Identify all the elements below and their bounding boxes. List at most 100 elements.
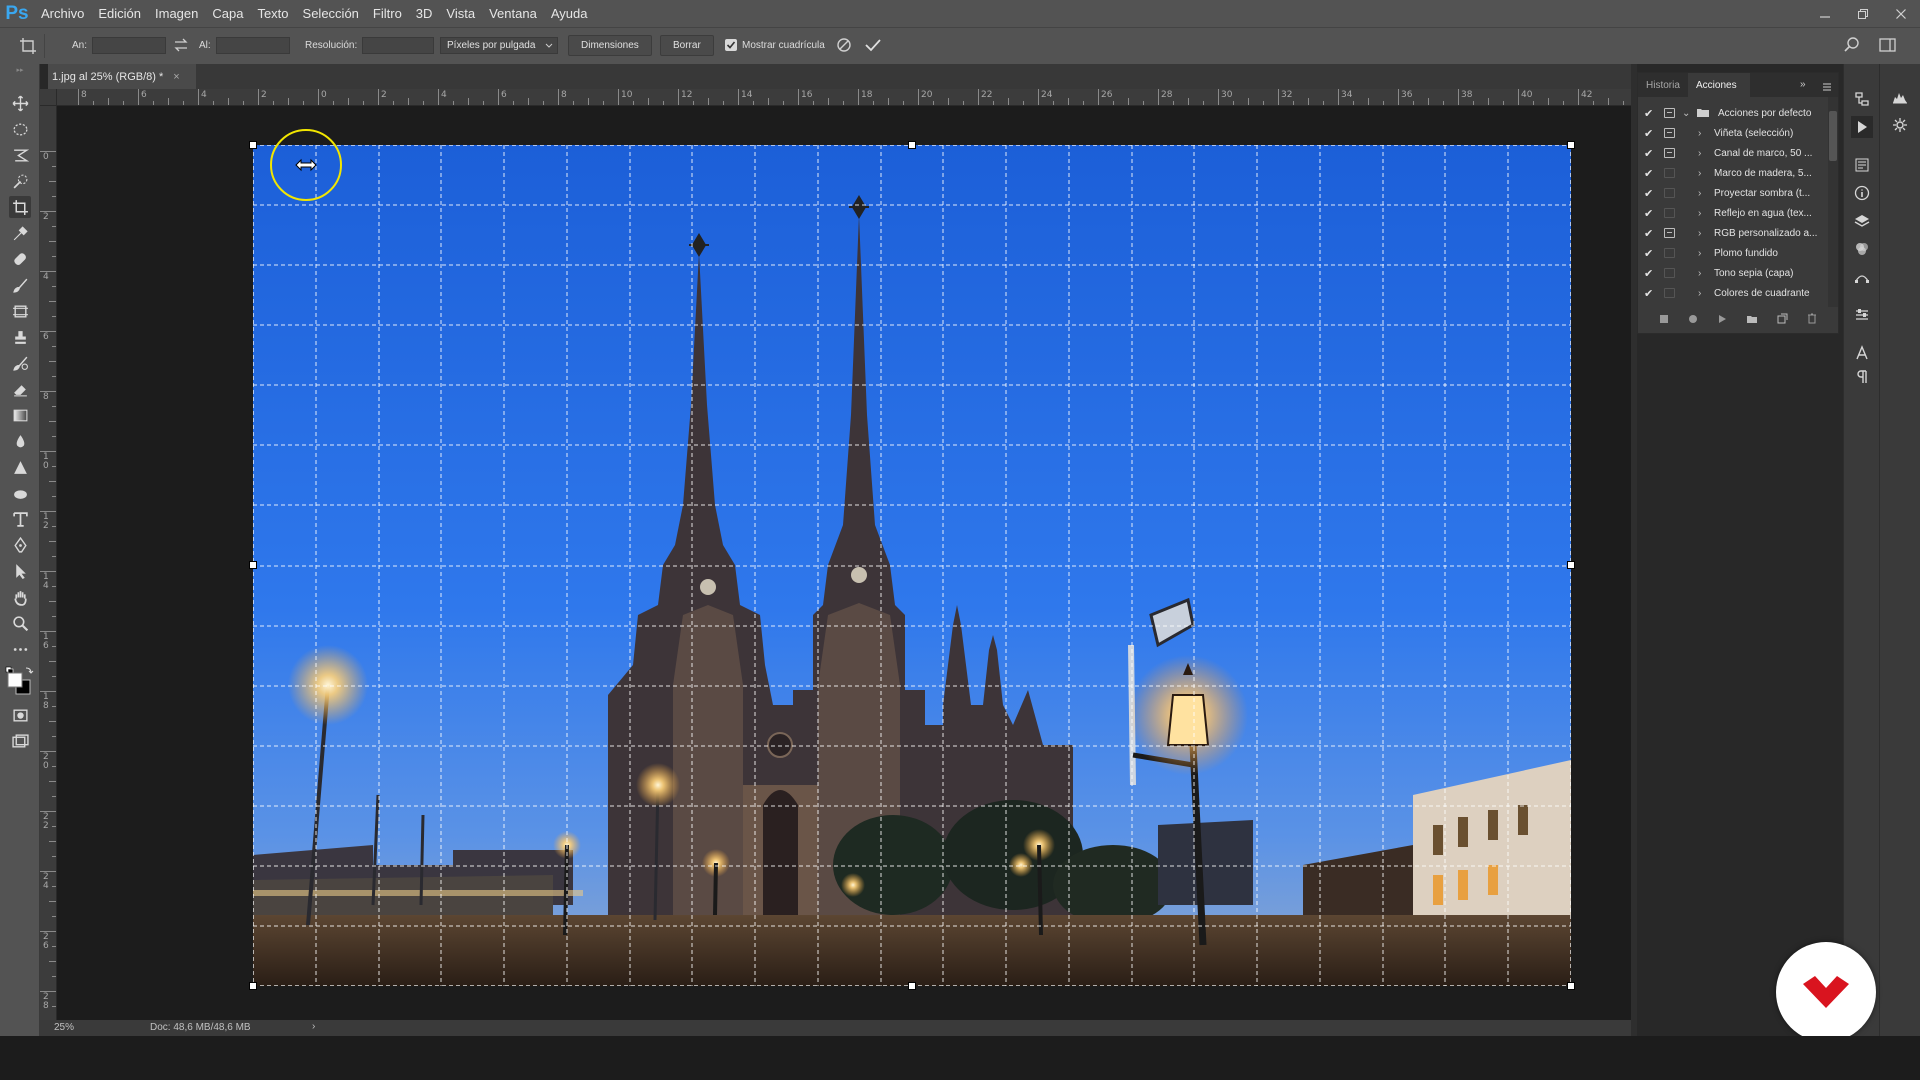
paths-panel-icon[interactable]	[1851, 266, 1873, 288]
restore-icon[interactable]	[1844, 0, 1882, 27]
zoom-tool-icon[interactable]	[9, 612, 31, 634]
expand-chevron-right-icon[interactable]: ›	[1698, 268, 1701, 279]
action-enabled-check-icon[interactable]: ✔	[1644, 227, 1654, 240]
move-tool-icon[interactable]	[9, 92, 31, 114]
menu-imagen[interactable]: Imagen	[148, 0, 205, 27]
trash-icon[interactable]	[1807, 311, 1817, 329]
cancel-transform-icon[interactable]	[836, 37, 852, 53]
paragraph-panel-icon[interactable]	[1851, 366, 1873, 388]
dialog-toggle-icon[interactable]	[1664, 208, 1675, 218]
history-panel-icon[interactable]	[1851, 88, 1873, 110]
search-icon[interactable]	[1843, 36, 1861, 54]
actions-scrollbar[interactable]	[1828, 97, 1838, 307]
status-menu-arrow[interactable]: ›	[312, 1021, 315, 1032]
stop-recording-icon[interactable]	[1659, 311, 1669, 329]
resolution-input[interactable]	[362, 37, 434, 54]
action-enabled-check-icon[interactable]: ✔	[1644, 187, 1654, 200]
pen-tool-icon[interactable]	[9, 534, 31, 556]
expand-chevron-right-icon[interactable]: ›	[1698, 128, 1701, 139]
menu-seleccion[interactable]: Selección	[296, 0, 366, 27]
zoom-level[interactable]: 25%	[54, 1022, 74, 1033]
workspace-icon[interactable]	[1878, 36, 1898, 54]
marquee-tool-icon[interactable]	[9, 118, 31, 140]
clone-stamp-tool-icon[interactable]	[9, 326, 31, 348]
tab-historia[interactable]: Historia	[1638, 73, 1688, 97]
dodge-tool-icon[interactable]	[9, 456, 31, 478]
tab-acciones[interactable]: Acciones	[1688, 73, 1750, 97]
dialog-toggle-icon[interactable]	[1664, 248, 1675, 258]
menu-texto[interactable]: Texto	[250, 0, 295, 27]
crop-handle-right[interactable]	[1567, 561, 1575, 569]
screen-mode-icon[interactable]	[9, 730, 31, 752]
character-panel-icon[interactable]	[1851, 342, 1873, 364]
minimize-icon[interactable]	[1806, 0, 1844, 27]
menu-filtro[interactable]: Filtro	[366, 0, 409, 27]
crop-handle-bottom-right[interactable]	[1567, 982, 1575, 990]
actions-panel-icon[interactable]	[1851, 116, 1873, 138]
brush-tool-icon[interactable]	[9, 274, 31, 296]
crop-tool-preset-icon[interactable]	[18, 36, 40, 56]
width-input[interactable]	[92, 37, 166, 54]
channels-panel-icon[interactable]	[1851, 238, 1873, 260]
dialog-toggle-icon[interactable]	[1664, 188, 1675, 198]
ruler-origin[interactable]	[40, 89, 57, 106]
action-enabled-check-icon[interactable]: ✔	[1644, 287, 1654, 300]
info-panel-icon[interactable]	[1851, 182, 1873, 204]
path-selection-tool-icon[interactable]	[9, 560, 31, 582]
close-document-icon[interactable]: ×	[173, 71, 179, 83]
blur-tool-icon[interactable]	[9, 430, 31, 452]
gradient-tool-icon[interactable]	[9, 404, 31, 426]
dialog-toggle-icon[interactable]	[1664, 148, 1675, 158]
action-row[interactable]: ✔ › Proyectar sombra (t...	[1638, 183, 1828, 203]
dialog-toggle-icon[interactable]	[1664, 288, 1675, 298]
close-icon[interactable]	[1882, 0, 1920, 27]
expand-chevron-right-icon[interactable]: ›	[1698, 168, 1701, 179]
quick-mask-icon[interactable]	[9, 704, 31, 726]
crop-handle-bottom[interactable]	[908, 982, 916, 990]
dialog-toggle-icon[interactable]	[1664, 168, 1675, 178]
action-set-row[interactable]: ✔ ⌄ Acciones por defecto	[1638, 103, 1828, 123]
crop-handle-top-right[interactable]	[1567, 141, 1575, 149]
action-row[interactable]: ✔ › Tono sepia (capa)	[1638, 263, 1828, 283]
panel-menu-icon[interactable]	[1822, 79, 1832, 91]
menu-ventana[interactable]: Ventana	[482, 0, 544, 27]
menu-ayuda[interactable]: Ayuda	[544, 0, 595, 27]
adjustments-panel-icon[interactable]	[1851, 304, 1873, 326]
action-row[interactable]: ✔ › RGB personalizado a...	[1638, 223, 1828, 243]
lasso-tool-icon[interactable]	[9, 144, 31, 166]
horizontal-ruler[interactable]: 8 6 4 2 0 2 4 6 8 10 12 14 16 18 20 22 24 26 28 30 32 34 36 38 4…	[48, 89, 1631, 106]
expand-chevron-right-icon[interactable]: ›	[1698, 208, 1701, 219]
record-icon[interactable]	[1688, 311, 1698, 329]
crop-handle-left[interactable]	[249, 561, 257, 569]
action-enabled-check-icon[interactable]: ✔	[1644, 107, 1654, 120]
document-tab[interactable]: 1.jpg al 25% (RGB/8) * ×	[48, 64, 196, 89]
action-enabled-check-icon[interactable]: ✔	[1644, 207, 1654, 220]
dimensions-button[interactable]: Dimensiones	[568, 35, 652, 56]
action-row[interactable]: ✔ › Reflejo en agua (tex...	[1638, 203, 1828, 223]
eyedropper-tool-icon[interactable]	[9, 222, 31, 244]
properties-panel-icon[interactable]	[1851, 154, 1873, 176]
document-image[interactable]	[253, 145, 1571, 986]
frame-tool-icon[interactable]	[9, 300, 31, 322]
swap-dimensions-icon[interactable]	[173, 37, 189, 53]
menu-3d[interactable]: 3D	[409, 0, 440, 27]
expand-chevron-right-icon[interactable]: ›	[1698, 288, 1701, 299]
sponge-tool-icon[interactable]	[9, 482, 31, 504]
menu-vista[interactable]: Vista	[439, 0, 482, 27]
collapse-toolbar-icon[interactable]: ▸▸	[6, 66, 34, 74]
action-enabled-check-icon[interactable]: ✔	[1644, 167, 1654, 180]
new-action-icon[interactable]	[1777, 311, 1788, 329]
dialog-toggle-icon[interactable]	[1664, 108, 1675, 118]
expand-chevron-right-icon[interactable]: ›	[1698, 228, 1701, 239]
resolution-unit-select[interactable]: Píxeles por pulgada	[440, 37, 558, 54]
menu-edicion[interactable]: Edición	[91, 0, 148, 27]
histogram-panel-icon[interactable]	[1889, 86, 1911, 108]
clear-button[interactable]: Borrar	[660, 35, 714, 56]
action-enabled-check-icon[interactable]: ✔	[1644, 267, 1654, 280]
height-input[interactable]	[216, 37, 290, 54]
expand-chevron-right-icon[interactable]: ›	[1698, 188, 1701, 199]
photoshop-logo[interactable]: Ps	[0, 0, 34, 27]
menu-archivo[interactable]: Archivo	[34, 0, 91, 27]
action-enabled-check-icon[interactable]: ✔	[1644, 127, 1654, 140]
dialog-toggle-icon[interactable]	[1664, 268, 1675, 278]
